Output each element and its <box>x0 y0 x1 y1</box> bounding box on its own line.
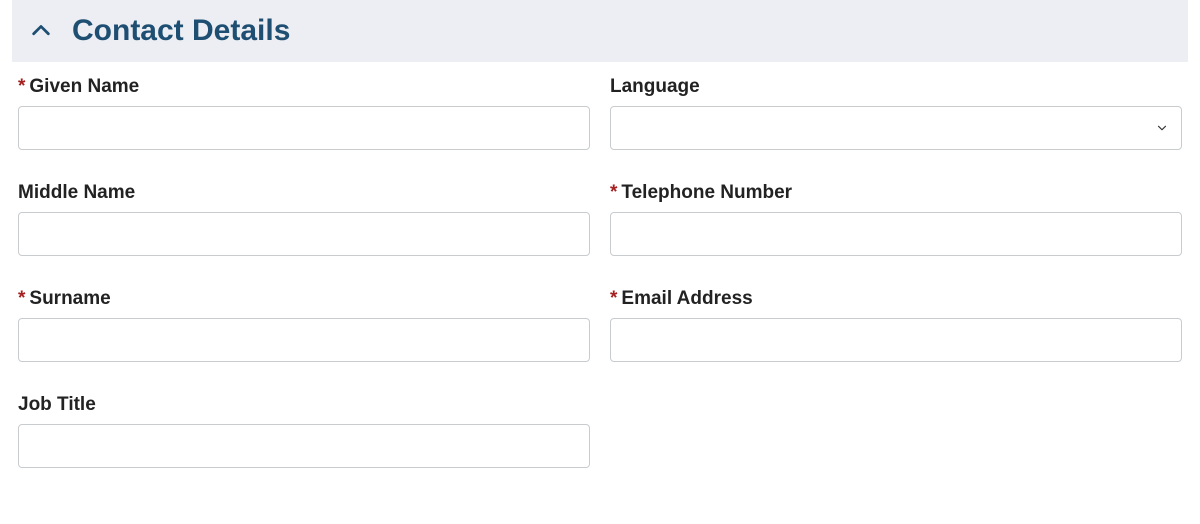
required-mark: * <box>610 288 617 309</box>
language-field: Language <box>610 76 1182 150</box>
job-title-field: Job Title <box>18 394 590 468</box>
contact-details-form: *Given Name Language Middle Name <box>12 76 1188 468</box>
language-label: Language <box>610 76 1182 98</box>
job-title-label: Job Title <box>18 394 590 416</box>
telephone-label-text: Telephone Number <box>621 182 792 203</box>
given-name-label-text: Given Name <box>29 76 139 97</box>
given-name-field: *Given Name <box>18 76 590 150</box>
language-select[interactable] <box>610 106 1182 150</box>
telephone-input[interactable] <box>610 212 1182 256</box>
required-mark: * <box>18 76 25 97</box>
email-label: *Email Address <box>610 288 1182 310</box>
job-title-input[interactable] <box>18 424 590 468</box>
given-name-label: *Given Name <box>18 76 590 98</box>
surname-input[interactable] <box>18 318 590 362</box>
required-mark: * <box>610 182 617 203</box>
language-label-text: Language <box>610 76 700 97</box>
given-name-input[interactable] <box>18 106 590 150</box>
telephone-label: *Telephone Number <box>610 182 1182 204</box>
middle-name-label: Middle Name <box>18 182 590 204</box>
middle-name-label-text: Middle Name <box>18 182 135 203</box>
section-title: Contact Details <box>72 14 290 48</box>
surname-field: *Surname <box>18 288 590 362</box>
email-input[interactable] <box>610 318 1182 362</box>
middle-name-field: Middle Name <box>18 182 590 256</box>
email-field: *Email Address <box>610 288 1182 362</box>
job-title-label-text: Job Title <box>18 394 96 415</box>
middle-name-input[interactable] <box>18 212 590 256</box>
language-select-value <box>611 107 1181 149</box>
surname-label: *Surname <box>18 288 590 310</box>
chevron-up-icon <box>30 20 52 42</box>
required-mark: * <box>18 288 25 309</box>
email-label-text: Email Address <box>621 288 752 309</box>
telephone-field: *Telephone Number <box>610 182 1182 256</box>
surname-label-text: Surname <box>29 288 110 309</box>
section-header-contact-details[interactable]: Contact Details <box>12 0 1188 62</box>
